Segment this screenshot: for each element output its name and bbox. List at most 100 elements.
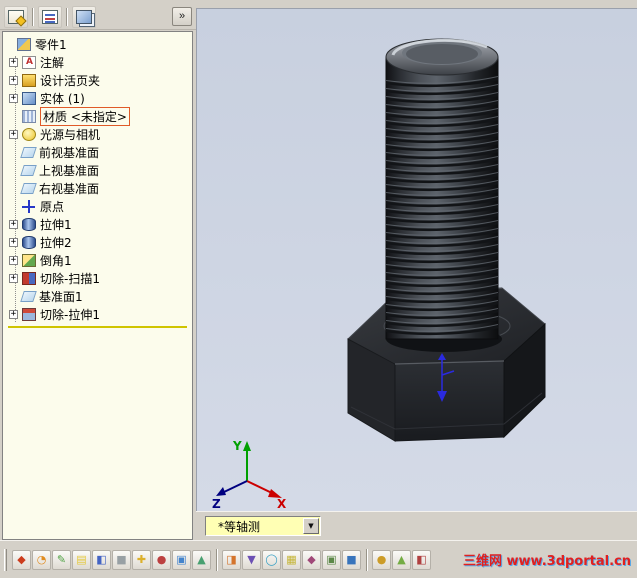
tree-item-label[interactable]: 实体 (1) bbox=[40, 90, 85, 107]
plane-icon bbox=[20, 182, 37, 194]
tree-item-extrude-9[interactable]: + 拉伸1 bbox=[5, 215, 190, 233]
feature-tree-panel: 零件1 + 注解 + 设计活页夹 + 实体 (1)材质 <未指定> + 光源与相机前视基准面上… bbox=[2, 31, 193, 540]
tree-item-design-binder-1[interactable]: + 设计活页夹 bbox=[5, 71, 190, 89]
tree-item-plane-6[interactable]: 上视基准面 bbox=[5, 161, 190, 179]
material-icon bbox=[22, 109, 36, 123]
tree-item-cut-sweep-12[interactable]: + 切除-扫描1 bbox=[5, 269, 190, 287]
plane-icon bbox=[20, 146, 37, 158]
toolbar-icon-14[interactable]: ▦ bbox=[282, 549, 301, 570]
toolbar-glyph: ◆ bbox=[17, 553, 26, 566]
tree-item-material-3[interactable]: 材质 <未指定> bbox=[5, 106, 190, 126]
tree-item-lights-cameras-4[interactable]: + 光源与相机 bbox=[5, 125, 190, 143]
combo-dropdown-button[interactable]: ▼ bbox=[303, 518, 319, 534]
tree-item-label[interactable]: 光源与相机 bbox=[40, 126, 100, 143]
toolbar-icon-3[interactable]: ✎ bbox=[52, 549, 71, 570]
tree-item-label[interactable]: 原点 bbox=[40, 198, 64, 215]
tree-root-label[interactable]: 零件1 bbox=[35, 36, 67, 53]
panel-toolbar-button-3[interactable] bbox=[72, 5, 96, 28]
tree-item-label[interactable]: 基准面1 bbox=[39, 288, 83, 305]
tree-item-label[interactable]: 切除-扫描1 bbox=[40, 270, 100, 287]
toolbar-icon-15[interactable]: ◆ bbox=[302, 549, 321, 570]
toolbar-glyph: ▼ bbox=[247, 553, 256, 566]
tree-item-label[interactable]: 拉伸1 bbox=[40, 216, 72, 233]
tree-item-label[interactable]: 拉伸2 bbox=[40, 234, 72, 251]
feature-tree-items: + 注解 + 设计活页夹 + 实体 (1)材质 <未指定> + 光源与相机前视基准面上视基准面… bbox=[5, 53, 190, 323]
expand-toggle[interactable]: + bbox=[9, 129, 18, 139]
expand-toggle[interactable]: + bbox=[9, 255, 18, 265]
view-strip: *等轴测 ▼ bbox=[196, 511, 637, 540]
triad-x-label: X bbox=[277, 497, 287, 511]
toolbar-glyph: ◧ bbox=[96, 553, 107, 566]
toolbar-icon-9[interactable]: ▣ bbox=[172, 549, 191, 570]
lights-cameras-icon bbox=[22, 127, 36, 141]
expand-toggle[interactable]: + bbox=[9, 75, 18, 85]
solid-bodies-icon bbox=[22, 91, 36, 105]
toolbar-icon-4[interactable]: ▤ bbox=[72, 549, 91, 570]
tree-item-plane-13[interactable]: 基准面1 bbox=[5, 287, 190, 305]
toolbar-icon-5[interactable]: ◧ bbox=[92, 549, 111, 570]
toolbar-icon-18[interactable]: ● bbox=[372, 549, 391, 570]
triad-y-arrow bbox=[243, 441, 251, 451]
extrude-icon bbox=[22, 235, 36, 249]
tree-item-origin-8[interactable]: 原点 bbox=[5, 197, 190, 215]
toolbar-glyph: ● bbox=[376, 553, 387, 566]
toolbar-icon-13[interactable]: ◯ bbox=[262, 549, 281, 570]
tree-root-part[interactable]: 零件1 bbox=[5, 35, 190, 53]
toolbar-glyph: ◨ bbox=[226, 553, 237, 566]
tree-item-label[interactable]: 上视基准面 bbox=[39, 162, 99, 179]
toolbar-icon-1[interactable]: ◆ bbox=[12, 549, 31, 570]
rollback-bar[interactable] bbox=[8, 326, 187, 328]
toolbar-icon-7[interactable]: ✚ bbox=[132, 549, 151, 570]
tree-item-plane-5[interactable]: 前视基准面 bbox=[5, 143, 190, 161]
expand-toggle[interactable]: + bbox=[9, 57, 18, 67]
toolbar-icon-2[interactable]: ◔ bbox=[32, 549, 51, 570]
expand-toggle[interactable]: + bbox=[9, 237, 18, 247]
expand-toggle[interactable]: + bbox=[9, 219, 18, 229]
reference-triad[interactable]: Y X Z bbox=[211, 437, 293, 511]
toolbar-icon-11[interactable]: ◨ bbox=[222, 549, 241, 570]
toolbar-icon-10[interactable]: ▲ bbox=[192, 549, 211, 570]
tree-item-plane-7[interactable]: 右视基准面 bbox=[5, 179, 190, 197]
toolbar-icon-12[interactable]: ▼ bbox=[242, 549, 261, 570]
toolbar-glyph: ◧ bbox=[416, 553, 427, 566]
cut-extrude-icon bbox=[22, 307, 36, 321]
view-orientation-combo[interactable]: *等轴测 ▼ bbox=[205, 516, 321, 536]
panel-toolbar-button-2[interactable] bbox=[38, 5, 62, 28]
toolbar-separator bbox=[32, 7, 34, 26]
tree-item-solid-bodies-2[interactable]: + 实体 (1) bbox=[5, 89, 190, 107]
toolbar-glyph: ▣ bbox=[176, 553, 187, 566]
toolbar-glyph: ◆ bbox=[307, 553, 316, 566]
toolbar-glyph: ◯ bbox=[265, 553, 278, 566]
triad-z-arrow bbox=[216, 487, 226, 496]
annotations-icon bbox=[22, 55, 36, 69]
design-binder-icon bbox=[22, 73, 36, 87]
toolbar-icon-19[interactable]: ▲ bbox=[392, 549, 411, 570]
origin-icon bbox=[22, 199, 36, 213]
expand-toggle[interactable]: + bbox=[9, 309, 18, 319]
tree-item-label[interactable]: 注解 bbox=[40, 54, 64, 71]
toolbar-icon-8[interactable]: ● bbox=[152, 549, 171, 570]
expand-toggle[interactable]: + bbox=[9, 273, 18, 283]
tree-item-chamfer-11[interactable]: + 倒角1 bbox=[5, 251, 190, 269]
toolbar-icon-20[interactable]: ◧ bbox=[412, 549, 431, 570]
tree-item-label[interactable]: 倒角1 bbox=[40, 252, 72, 269]
toolbar-icon-16[interactable]: ▣ bbox=[322, 549, 341, 570]
expand-panel-button[interactable]: » bbox=[172, 7, 192, 26]
tree-item-label[interactable]: 设计活页夹 bbox=[40, 72, 100, 89]
toolbar-grip[interactable] bbox=[4, 548, 7, 571]
tree-item-label[interactable]: 切除-拉伸1 bbox=[40, 306, 100, 323]
tree-item-label[interactable]: 右视基准面 bbox=[39, 180, 99, 197]
toolbar-glyph: ● bbox=[156, 553, 167, 566]
tree-item-label[interactable]: 前视基准面 bbox=[39, 144, 99, 161]
toolbar-icon-6[interactable]: ■ bbox=[112, 549, 131, 570]
bottom-toolbar-icons: ◆ ◔ ✎ ▤ ◧ ■ ✚ ● ▣ ▲ ◨ ▼ ◯ ▦ ◆ ▣ ■ ● ▲ ◧ bbox=[12, 548, 432, 571]
tree-item-annotations-0[interactable]: + 注解 bbox=[5, 53, 190, 71]
viewport[interactable]: Y X Z bbox=[196, 8, 637, 511]
extrude-icon bbox=[22, 217, 36, 231]
tree-item-cut-extrude-14[interactable]: + 切除-拉伸1 bbox=[5, 305, 190, 323]
expand-toggle[interactable]: + bbox=[9, 93, 18, 103]
toolbar-icon-17[interactable]: ■ bbox=[342, 549, 361, 570]
panel-toolbar-button-1[interactable] bbox=[4, 5, 28, 28]
tree-item-extrude-10[interactable]: + 拉伸2 bbox=[5, 233, 190, 251]
tree-item-label[interactable]: 材质 <未指定> bbox=[40, 106, 130, 126]
